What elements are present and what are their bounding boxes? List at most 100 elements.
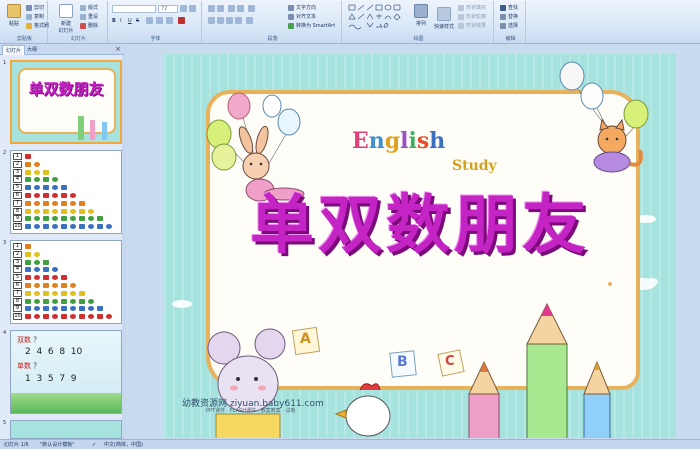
- counting-item: [43, 259, 49, 265]
- scissors-icon: [26, 4, 32, 11]
- tab-slides[interactable]: 幻灯片: [2, 45, 26, 55]
- font-name-select[interactable]: [112, 5, 156, 13]
- counting-row: 7: [13, 289, 121, 297]
- cut-button[interactable]: 剪切: [26, 4, 44, 11]
- reset-button[interactable]: 重设: [80, 13, 98, 20]
- text-direction-button[interactable]: 文字方向: [288, 4, 316, 11]
- slides-group: 新建 幻灯片 版式 重设 删除 幻灯片: [50, 1, 108, 43]
- counting-item: [34, 185, 40, 191]
- format-painter-button[interactable]: 格式刷: [26, 22, 49, 29]
- numbering-icon[interactable]: [217, 5, 224, 12]
- counting-row: 4: [13, 176, 121, 184]
- counting-item: [43, 290, 49, 296]
- find-button[interactable]: 查找: [500, 4, 518, 11]
- even-numbers: 2 4 6 8 10: [25, 347, 83, 357]
- counting-item: [43, 177, 49, 183]
- shapes-gallery[interactable]: [348, 4, 406, 30]
- align-left-icon[interactable]: [208, 17, 215, 24]
- spellcheck-icon[interactable]: ✓: [92, 440, 96, 449]
- slide-title[interactable]: 单双数朋友: [164, 174, 676, 266]
- font-size-select[interactable]: 72: [158, 5, 178, 13]
- shape-outline-button[interactable]: 形状轮廓: [458, 13, 486, 20]
- language[interactable]: 中文(简体，中国): [104, 440, 143, 449]
- paste-button[interactable]: 粘贴: [4, 4, 24, 32]
- paragraph-group-label: 段落: [267, 36, 278, 42]
- counting-item: [43, 267, 49, 273]
- underline-button[interactable]: U: [128, 17, 132, 24]
- grow-font-icon[interactable]: [180, 5, 187, 12]
- counting-item: [88, 208, 94, 214]
- spacing-icon[interactable]: [156, 17, 163, 24]
- align-text-button[interactable]: 对齐文本: [288, 13, 316, 20]
- counting-item: [61, 208, 67, 214]
- convert-smartart-button[interactable]: 转换为 SmartArt: [288, 22, 335, 29]
- layout-button[interactable]: 版式: [80, 4, 98, 11]
- counting-item: [61, 224, 67, 230]
- increase-indent-icon[interactable]: [237, 5, 244, 12]
- counting-item: [97, 224, 103, 230]
- counting-item: [79, 298, 85, 304]
- tab-outline[interactable]: 大纲: [24, 45, 40, 55]
- row-number: 9: [13, 305, 22, 313]
- counting-item: [34, 283, 40, 288]
- letter-block-c: C: [445, 354, 455, 369]
- quick-styles-icon: [437, 7, 451, 21]
- slide-number: 3: [3, 240, 7, 246]
- counting-item: [25, 259, 31, 265]
- slide-canvas[interactable]: C A B English Study 单双数朋友 幼教资源网 ziyuan.b…: [164, 54, 676, 438]
- font-color-icon[interactable]: [178, 17, 185, 24]
- shape-effects-button[interactable]: 形状效果: [458, 22, 486, 29]
- counting-row: 4: [13, 266, 121, 274]
- even-label: 双数 ？: [17, 336, 41, 344]
- counting-item: [97, 306, 103, 312]
- change-case-icon[interactable]: [166, 17, 173, 24]
- counting-row: 2: [13, 160, 121, 168]
- counting-item: [25, 290, 31, 296]
- counting-item: [52, 193, 58, 198]
- bold-button[interactable]: B: [112, 17, 116, 24]
- line-spacing-icon[interactable]: [248, 5, 255, 12]
- align-center-icon[interactable]: [217, 17, 224, 24]
- counting-item: [88, 216, 94, 222]
- row-number: 4: [13, 176, 22, 184]
- counting-row: 5: [13, 184, 121, 192]
- close-icon[interactable]: ×: [115, 45, 121, 53]
- shape-fill-button[interactable]: 形状填充: [458, 4, 486, 11]
- letter-block-b: B: [397, 354, 408, 370]
- bullets-icon[interactable]: [208, 5, 215, 12]
- counting-row: 5: [13, 274, 121, 282]
- pencil-decoration: [90, 120, 95, 140]
- counting-item: [43, 275, 49, 281]
- counting-item: [34, 193, 40, 198]
- arrange-button[interactable]: 排列: [410, 4, 432, 32]
- select-button[interactable]: 选择: [500, 22, 518, 29]
- replace-button[interactable]: 替换: [500, 13, 518, 20]
- justify-icon[interactable]: [235, 17, 242, 24]
- clipboard-group: 粘贴 剪切 复制 格式刷 剪贴板: [2, 1, 49, 43]
- counting-item: [70, 193, 76, 198]
- columns-icon[interactable]: [246, 17, 253, 24]
- pencil-decoration: [78, 116, 84, 140]
- align-right-icon[interactable]: [226, 17, 233, 24]
- counting-item: [52, 208, 58, 214]
- strikethrough-button[interactable]: S: [136, 17, 139, 24]
- copy-button[interactable]: 复制: [26, 13, 44, 20]
- english-letter: i: [408, 128, 417, 154]
- new-slide-button[interactable]: 新建 幻灯片: [54, 4, 78, 34]
- italic-button[interactable]: I: [120, 17, 121, 24]
- panel-scrollbar[interactable]: [122, 56, 124, 439]
- shadow-icon[interactable]: [146, 17, 153, 24]
- panel-tabs: 幻灯片 大纲 ×: [0, 44, 124, 55]
- shrink-font-icon[interactable]: [189, 5, 196, 12]
- theme-name[interactable]: "默认设计模板": [40, 440, 75, 449]
- row-number: 10: [13, 313, 22, 321]
- delete-slide-button[interactable]: 删除: [80, 22, 98, 29]
- counting-item: [25, 185, 31, 191]
- counting-item: [88, 314, 94, 320]
- counting-item: [34, 208, 40, 214]
- effects-icon: [458, 22, 464, 29]
- quick-styles-button[interactable]: 快速样式: [432, 7, 456, 35]
- decrease-indent-icon[interactable]: [228, 5, 235, 12]
- counting-item: [25, 306, 31, 312]
- row-number: 8: [13, 207, 22, 215]
